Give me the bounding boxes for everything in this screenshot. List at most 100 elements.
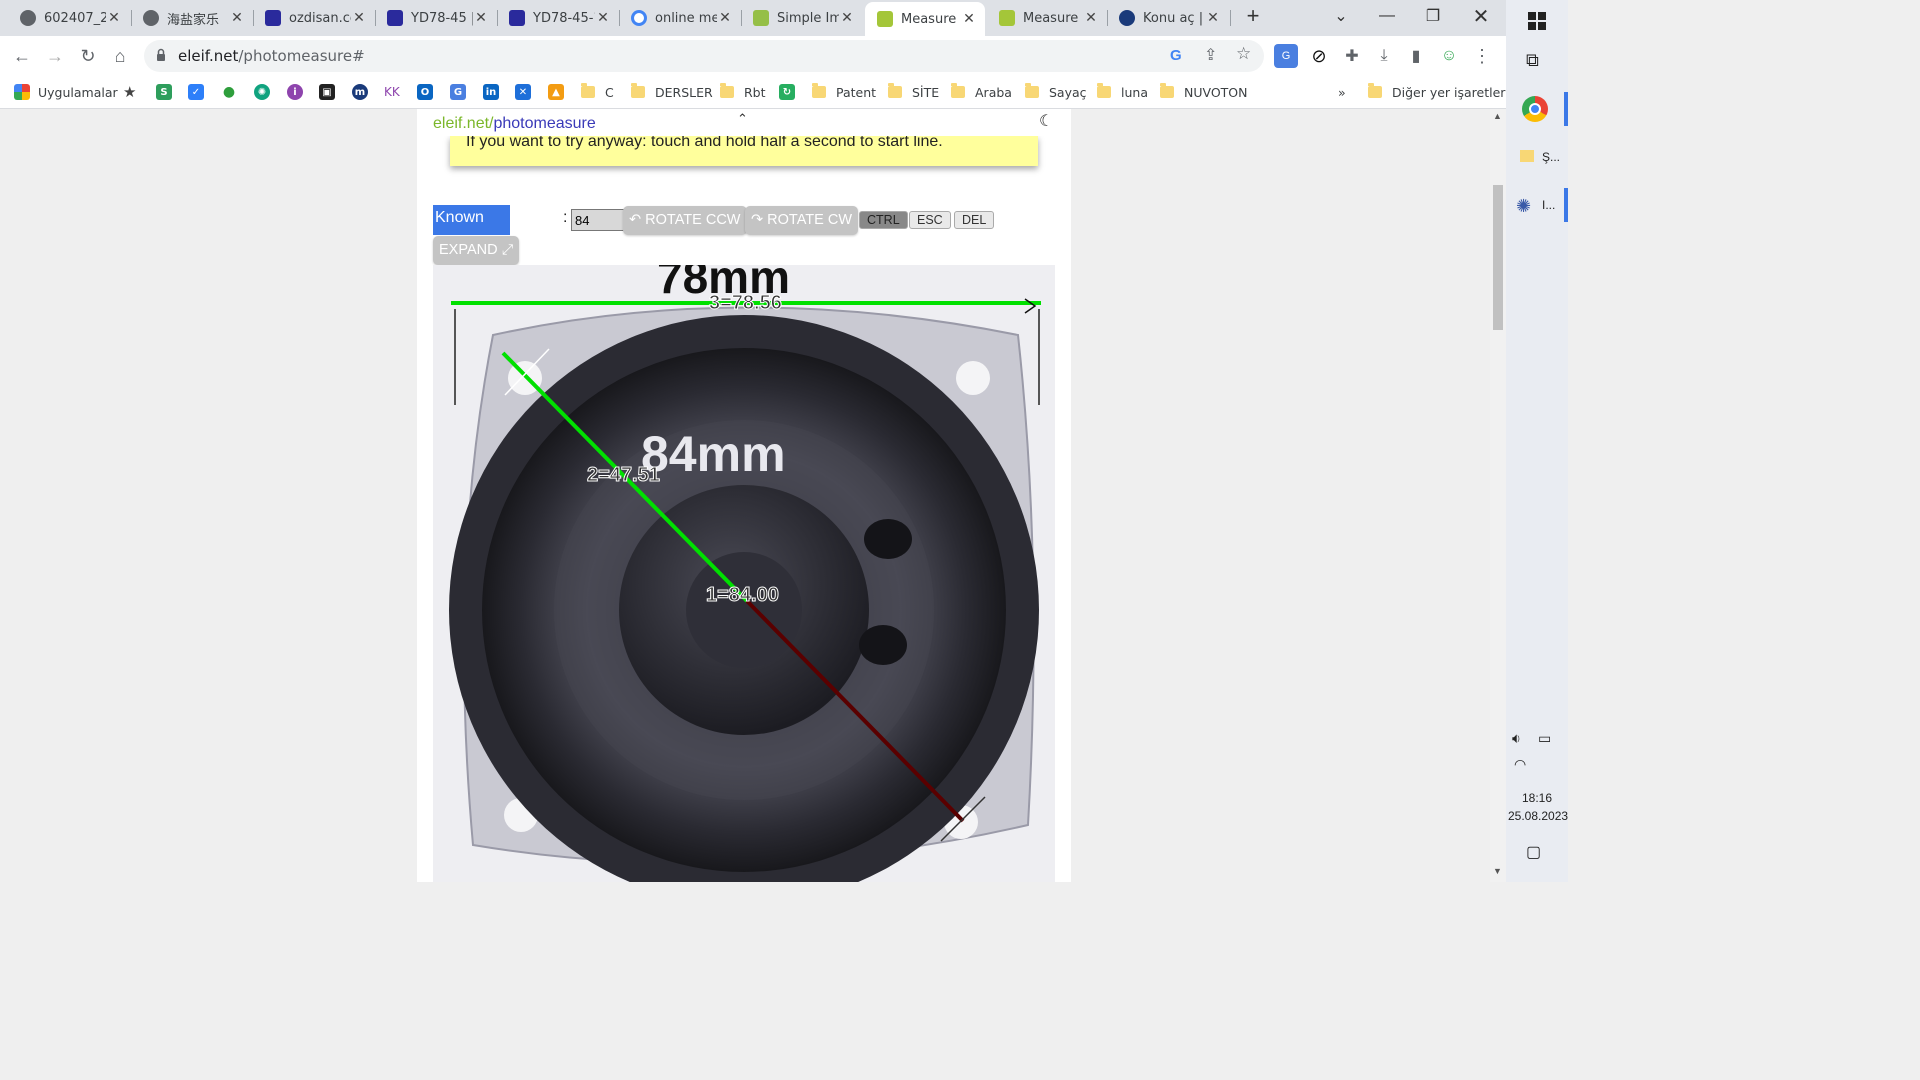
bookmark-icon-4[interactable]: ✺ [254,82,278,102]
bookmark-folder-nuvoton[interactable]: NUVOTON [1160,82,1248,102]
measure-photo-canvas[interactable]: 78mm 84mm 3=78.56 2=47.51 1=84.00 [433,265,1055,882]
share-icon[interactable]: ⇪ [1204,45,1217,65]
side-panel-icon[interactable]: ▮ [1404,44,1428,68]
bookmarks-overflow[interactable]: » [1338,82,1346,102]
folder-label: luna [1121,84,1148,100]
tab-4[interactable]: YD78-45 | ✕ [375,4,497,32]
folder-icon[interactable] [1520,150,1534,162]
tab-10[interactable]: Konu aç | ✕ [1107,4,1229,32]
known-dimension-input[interactable] [571,209,625,231]
scroll-up-arrow-icon[interactable]: ▲ [1493,111,1502,121]
bookmark-folder-sayac[interactable]: Sayaç [1025,82,1087,102]
close-icon[interactable]: ✕ [595,10,611,26]
tab-7[interactable]: Simple Im ✕ [741,4,863,32]
tab-search-chevron-icon[interactable]: ⌄ [1318,0,1364,32]
bookmark-icon-3[interactable]: ● [221,82,245,102]
close-icon[interactable]: ✕ [229,10,245,26]
clock-time[interactable]: 18:16 [1522,791,1552,805]
app-taskbar-icon[interactable]: ✺ [1516,196,1531,217]
bookmark-folder-luna[interactable]: luna [1097,82,1148,102]
scrollbar-thumb[interactable] [1493,185,1503,330]
close-icon[interactable]: ✕ [1205,10,1221,26]
bookmark-icon-7[interactable]: m [352,82,376,102]
tab-1[interactable]: 602407_21 ✕ [8,4,130,32]
bookmark-icon-13[interactable]: ↻ [779,82,803,102]
ozdisan-icon [509,10,525,26]
bookmark-icon-5[interactable]: i [287,82,311,102]
extensions-puzzle-icon[interactable]: ✚ [1340,44,1364,68]
dark-mode-moon-icon[interactable]: ☾ [1039,111,1053,131]
bookmark-kk[interactable]: KK [384,82,400,102]
close-icon[interactable]: ✕ [1083,10,1099,26]
windows-start-icon[interactable] [1528,12,1546,30]
bookmark-icon-10[interactable]: in [483,82,507,102]
address-bar[interactable]: eleif.net/photomeasure# G ⇪ ☆ [144,40,1264,72]
close-icon[interactable]: ✕ [473,10,489,26]
close-icon[interactable]: ✕ [839,10,855,26]
esc-key-button[interactable]: ESC [909,211,951,229]
network-icon[interactable]: ◠ [1514,756,1526,773]
check-icon: ✓ [188,84,204,100]
tab-3[interactable]: ozdisan.co ✕ [253,4,375,32]
bookmark-star[interactable]: ★ [123,82,136,102]
back-icon[interactable]: ← [7,41,37,71]
close-window-icon[interactable]: ✕ [1458,0,1504,32]
tab-6[interactable]: online mea ✕ [619,4,741,32]
translate-extension-icon[interactable]: G [1274,44,1298,68]
bookmark-folder-araba[interactable]: Araba [951,82,1012,102]
close-icon[interactable]: ✕ [961,11,977,27]
bookmark-icon-11[interactable]: ✕ [515,82,539,102]
tab-5[interactable]: YD78-45-1 ✕ [497,4,619,32]
tab-2[interactable]: 海盐家乐 ✕ [131,4,253,32]
drop-icon: ● [221,84,237,100]
rotate-cw-button[interactable]: ↷ ROTATE CW [745,206,859,235]
profile-avatar-icon[interactable]: ☺ [1437,44,1461,68]
tab-9[interactable]: Measure ir ✕ [987,4,1107,32]
page-scrollbar[interactable]: ▲ ▼ [1490,109,1506,882]
site-title[interactable]: eleif.net/photomeasure [433,115,596,133]
home-icon[interactable]: ⌂ [105,41,135,71]
block-extension-icon[interactable]: ⊘ [1307,44,1331,68]
minimize-icon[interactable]: — [1364,0,1410,32]
forward-icon[interactable]: → [40,41,70,71]
tab-8-active[interactable]: Measure ir ✕ [865,2,985,36]
task-view-icon[interactable]: ⧉ [1526,50,1539,71]
bookmark-icon-12[interactable]: ▲ [548,82,572,102]
ctrl-key-button[interactable]: CTRL [859,211,908,229]
shapes-icon: ▲ [548,84,564,100]
close-icon[interactable]: ✕ [106,10,122,26]
bookmark-icon-1[interactable]: S [156,82,180,102]
rotate-ccw-button[interactable]: ↶ ROTATE CCW [623,206,747,235]
google-lens-icon[interactable]: G [1170,47,1182,64]
apps-shortcut[interactable]: Uygulamalar [14,82,118,102]
collapse-up-icon[interactable]: ⌃ [737,111,748,127]
bookmark-folder-dersler[interactable]: DERSLER [631,82,713,102]
download-icon[interactable]: ⤓ [1372,44,1396,68]
bookmark-icon-2[interactable]: ✓ [188,82,212,102]
bookmark-folder-rbt[interactable]: Rbt [720,82,766,102]
bookmark-folder-site[interactable]: SİTE [888,82,939,102]
bookmark-folder-patent[interactable]: Patent [812,82,876,102]
folder-label: NUVOTON [1184,84,1248,100]
close-icon[interactable]: ✕ [717,10,733,26]
menu-kebab-icon[interactable]: ⋮ [1470,44,1494,68]
clock-date[interactable]: 25.08.2023 [1508,809,1568,823]
restore-icon[interactable]: ❐ [1410,0,1456,32]
bookmark-folder-c[interactable]: C [581,82,614,102]
bookmark-star-icon[interactable]: ☆ [1236,44,1251,64]
bookmark-icon-8[interactable]: O [417,82,441,102]
scroll-down-arrow-icon[interactable]: ▼ [1493,866,1502,876]
bookmark-icon-9[interactable]: G [450,82,474,102]
other-bookmarks[interactable]: Diğer yer işaretleri [1368,82,1509,102]
volume-icon[interactable]: 🔉︎ [1512,730,1521,747]
expand-button[interactable]: EXPAND ⤢ [433,236,520,265]
new-tab-icon[interactable]: + [1230,0,1276,32]
bookmark-icon-6[interactable]: ▣ [319,82,343,102]
notification-center-icon[interactable]: ▢ [1526,842,1541,862]
close-icon[interactable]: ✕ [351,10,367,26]
folder-label: Rbt [744,84,766,100]
battery-icon[interactable]: ▭ [1538,730,1551,747]
del-key-button[interactable]: DEL [954,211,995,229]
chrome-taskbar-icon[interactable] [1522,96,1548,122]
reload-icon[interactable]: ↻ [73,41,103,71]
